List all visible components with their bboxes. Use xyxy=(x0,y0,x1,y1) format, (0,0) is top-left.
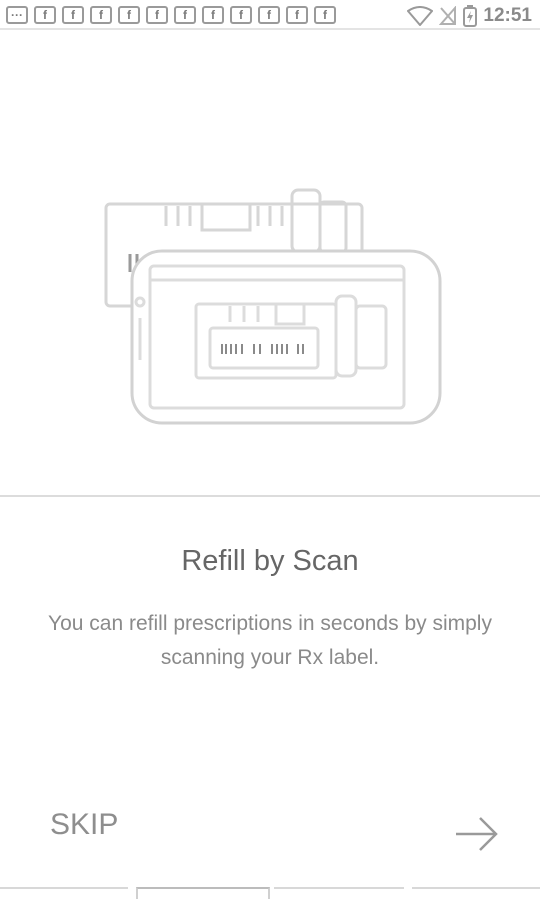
chat-icon: ··· xyxy=(6,6,28,24)
phone-scanning-label-illustration xyxy=(104,188,442,425)
status-bar: ··· f f f f f f f f f f f 12:51 xyxy=(0,0,540,30)
facebook-icon: f xyxy=(202,6,224,24)
page-description: You can refill prescriptions in seconds … xyxy=(48,612,492,669)
arrow-right-icon xyxy=(456,817,498,851)
facebook-icon: f xyxy=(258,6,280,24)
notification-icons: ··· f f f f f f f f f f f xyxy=(6,6,336,24)
page-indicator-dot xyxy=(412,887,540,899)
facebook-icon: f xyxy=(286,6,308,24)
facebook-icon: f xyxy=(118,6,140,24)
skip-button[interactable]: SKIP xyxy=(50,808,118,842)
clock: 12:51 xyxy=(483,5,532,26)
facebook-icon: f xyxy=(90,6,112,24)
facebook-icon: f xyxy=(174,6,196,24)
facebook-icon: f xyxy=(230,6,252,24)
page-indicator xyxy=(0,883,540,899)
page-indicator-dot-active xyxy=(136,887,270,899)
facebook-icon: f xyxy=(314,6,336,24)
facebook-icon: f xyxy=(146,6,168,24)
no-signal-icon xyxy=(439,6,457,25)
facebook-icon: f xyxy=(34,6,56,24)
battery-charging-icon xyxy=(463,5,478,27)
page-title: Refill by Scan xyxy=(181,545,359,577)
facebook-icon: f xyxy=(62,6,84,24)
next-button[interactable] xyxy=(452,812,502,856)
system-icons: 12:51 xyxy=(407,5,532,27)
scan-illustration xyxy=(0,30,540,496)
wifi-icon xyxy=(407,6,434,26)
section-divider xyxy=(0,495,540,497)
page-indicator-dot xyxy=(274,887,404,899)
page-indicator-dot xyxy=(0,887,128,899)
